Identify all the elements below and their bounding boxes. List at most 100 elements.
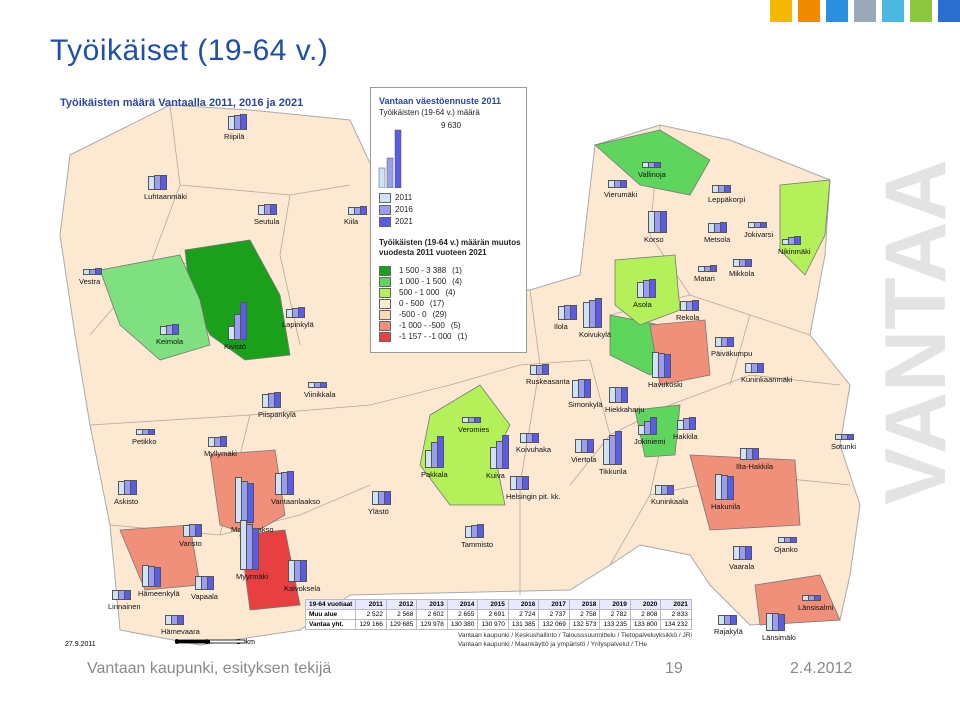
district-label: Tammisto	[461, 540, 494, 549]
table-cell: Muu alue	[304, 609, 357, 620]
district-label: Kuninkaala	[651, 497, 689, 506]
table-cell: 133 800	[629, 619, 662, 630]
district-bar	[847, 434, 854, 440]
legend-series-swatch	[379, 217, 391, 227]
table-header-cell: 2013	[416, 599, 448, 610]
district-bar	[195, 523, 202, 537]
decoration-square	[826, 0, 848, 22]
population-table: 19-64 vuotiaat 2011 2012 2013 2014 2015 2016 20…	[304, 599, 692, 630]
district-bar	[477, 524, 484, 538]
table-cell: 129 166	[355, 619, 387, 630]
table-header-cell: 2018	[568, 599, 601, 610]
legend-series-label: 2016	[395, 205, 413, 214]
district-bar	[570, 304, 577, 320]
scale-bar: 0 1 2 km	[175, 639, 255, 646]
district-label: Myllymäki	[204, 449, 237, 458]
district-bar	[240, 114, 247, 130]
district-bar-group	[642, 118, 672, 168]
district-bar-group	[745, 323, 775, 373]
legend-change-title: Työikäisten (19-64 v.) määrän muutos vuo…	[379, 238, 521, 257]
table-row: Muu alue 2 522 2 568 2 602 2 655 2 691 2 724 2 …	[304, 609, 692, 620]
district-bar-group	[655, 445, 685, 495]
legend-series-label: 2011	[395, 193, 413, 202]
district-label: Kivistö	[224, 342, 247, 351]
district-bar-group	[715, 297, 745, 347]
district-bar-group	[835, 390, 865, 440]
district-bar-group	[733, 510, 763, 560]
district-label: Tikkurila	[599, 467, 627, 476]
table-cell: 132 573	[568, 619, 601, 630]
district-bar	[207, 576, 214, 590]
district-label: Mikkola	[729, 269, 755, 278]
district-bar	[621, 387, 628, 403]
legend-class-count: (5)	[450, 321, 461, 330]
scale-bar-graphic	[175, 639, 246, 644]
table-cell: 2 568	[385, 609, 418, 620]
district-label: Riipilä	[224, 132, 245, 141]
table-header-cell: 2014	[446, 599, 479, 610]
district-bar-group	[208, 397, 238, 447]
district-bar-group	[603, 415, 633, 465]
district-label: Ojanko	[774, 545, 798, 554]
legend-class-swatch	[379, 277, 391, 287]
district-bar	[298, 307, 305, 318]
district-label: Keimola	[156, 337, 184, 346]
district-label: Rajakylä	[714, 627, 743, 636]
legend-class-count: (17)	[429, 299, 445, 308]
district-label: Luhtaanmäki	[144, 192, 187, 201]
credit-line: Vantaan kaupunki / Keskushallinto / Talo…	[458, 632, 692, 639]
legend-class-count: (4)	[452, 277, 462, 286]
district-bar	[274, 392, 281, 408]
slide-title: Työikäiset (19-64 v.)	[50, 34, 329, 67]
district-bar-group	[228, 290, 258, 340]
legend-class-label: 0 - 500 (17)	[399, 299, 444, 308]
table-cell: 2 655	[446, 609, 479, 620]
district-bar	[172, 324, 179, 335]
district-bar	[542, 364, 549, 375]
district-bar	[650, 417, 657, 435]
district-bar-group	[118, 445, 148, 495]
map-title: Työikäisten määrä Vantaalla 2011, 2016 j…	[60, 97, 304, 109]
district-bar	[667, 485, 674, 495]
district-bar	[220, 436, 227, 447]
district-label: Vaarala	[729, 562, 755, 571]
district-bar	[270, 204, 277, 215]
table-cell: 129 685	[385, 619, 418, 630]
table-header-cell: 19-64 vuotiaat	[304, 599, 357, 610]
district-label: Veromies	[458, 425, 490, 434]
decoration-square	[798, 0, 820, 22]
decoration-square	[854, 0, 876, 22]
district-bar	[745, 546, 752, 560]
district-bar-group	[648, 183, 678, 233]
district-label: Ylästö	[368, 507, 389, 516]
district-bar-group	[160, 285, 190, 335]
district-bar	[584, 379, 591, 398]
corner-decoration	[764, 0, 960, 22]
table-cell: 2 724	[507, 609, 540, 620]
district-label: Länsimäki	[762, 633, 796, 642]
district-bar	[148, 429, 155, 435]
legend-max-value: 9 630	[441, 121, 462, 130]
footer-author: Vantaan kaupunki, esityksen tekijä	[87, 660, 332, 677]
district-label: Piispankylä	[258, 410, 296, 419]
district-bar	[752, 448, 759, 460]
legend-class-label: -1 000 - -500 (5)	[399, 321, 461, 330]
district-label: Kuninkaanmäki	[741, 375, 793, 384]
table-header-cell: 2017	[538, 599, 570, 610]
legend-class-range: 1 000 - 1 500	[399, 277, 447, 286]
district-bar-group	[83, 225, 113, 275]
district-bar	[660, 211, 667, 233]
district-bar	[745, 259, 752, 267]
district-label: Viinikkala	[304, 390, 336, 399]
legend-class-swatch	[379, 321, 391, 331]
district-bar	[790, 537, 797, 543]
table-header-cell: 2019	[599, 599, 631, 610]
district-bar-group	[372, 455, 402, 505]
district-bar-group	[136, 385, 166, 435]
legend-subtitle: Työikäisten (19-64 v.) määrä	[379, 108, 480, 117]
legend-class-label: 1 500 - 3 388 (1)	[399, 266, 462, 275]
decoration-square	[882, 0, 904, 22]
district-label: Matari	[694, 274, 715, 283]
legend-class-range: -1 157 - -1 000	[399, 332, 452, 341]
vantaa-watermark-text: VANTAA	[870, 159, 960, 505]
